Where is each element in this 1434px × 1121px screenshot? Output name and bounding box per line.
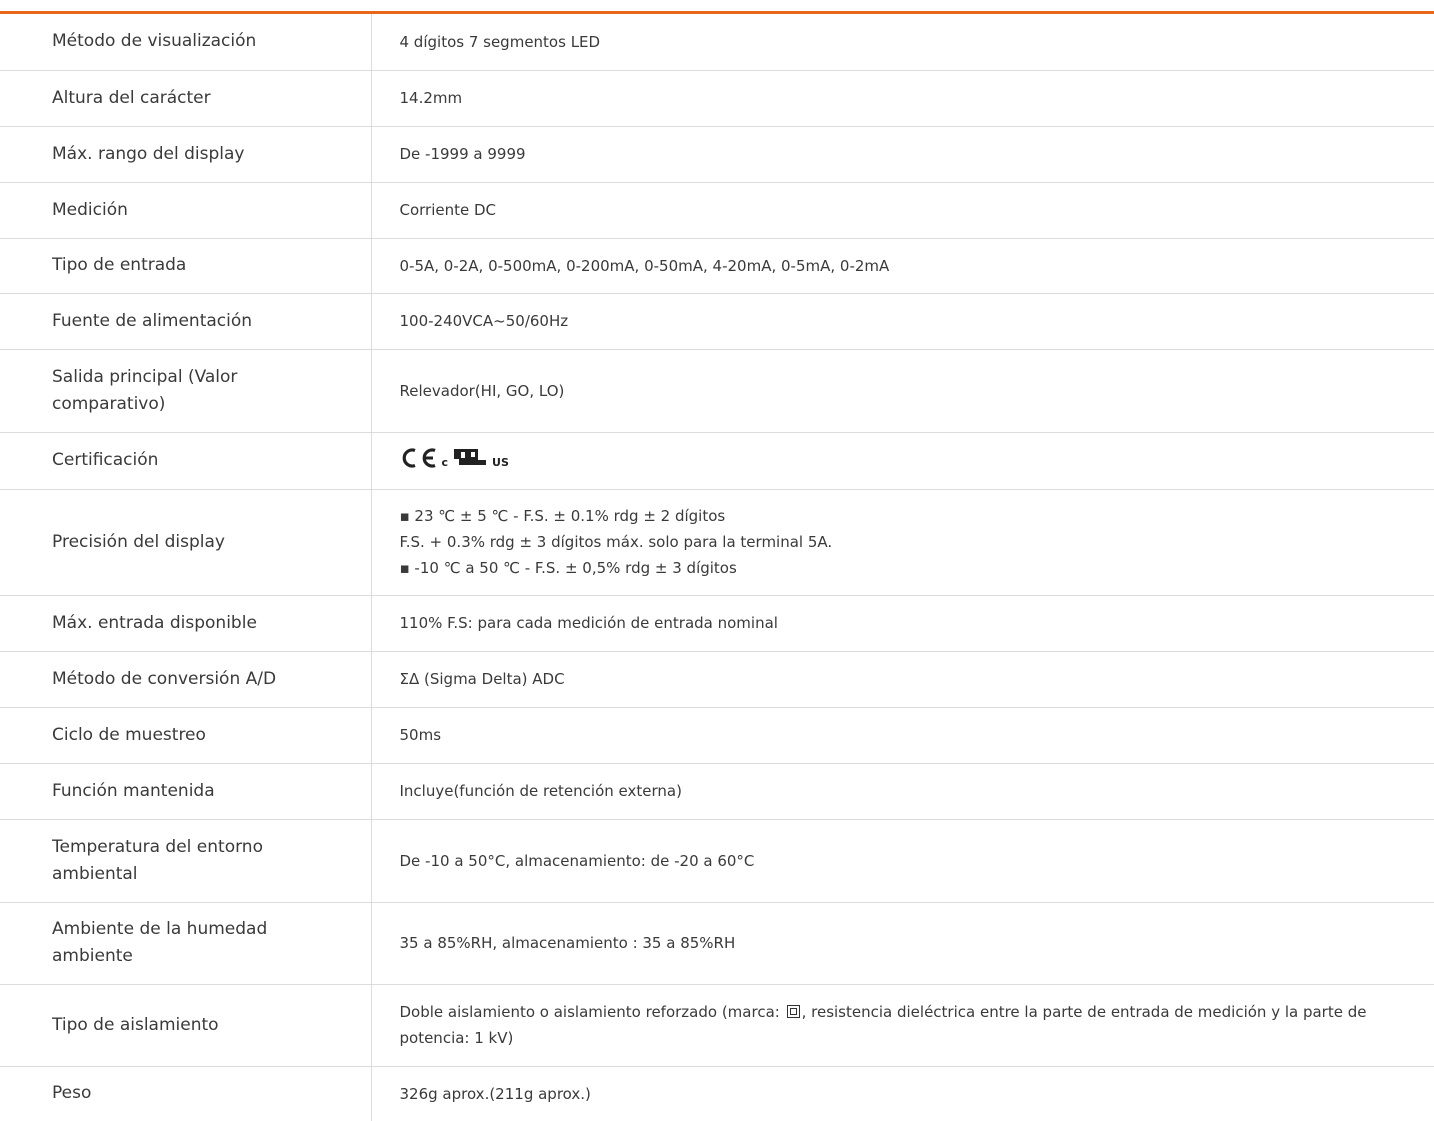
precision-line: F.S. + 0.3% rdg ± 3 dígitos máx. solo pa… [399,533,833,551]
row-label: Método de conversión A/D [0,651,372,708]
row-value: 100-240VCA~50/60Hz [371,293,1434,350]
table-row: Medición Corriente DC [0,182,1434,239]
table-row: Máx. entrada disponible 110% F.S: para c… [0,595,1434,652]
row-label: Ciclo de muestreo [0,707,372,764]
spec-table: Método de visualización 4 dígitos 7 segm… [0,14,1434,1121]
row-label: Tipo de entrada [0,238,372,294]
row-label: Medición [0,182,372,239]
table-row: Método de visualización 4 dígitos 7 segm… [0,14,1434,71]
row-label: Fuente de alimentación [0,293,372,350]
row-value: Doble aislamiento o aislamiento reforzad… [371,984,1434,1067]
table-row: Certificación c US [0,432,1434,490]
row-value: 14.2mm [371,70,1434,127]
row-label: Precisión del display [0,489,372,596]
row-value: 110% F.S: para cada medición de entrada … [371,595,1434,652]
insulation-text-start: Doble aislamiento o aislamiento reforzad… [399,1003,785,1021]
row-label: Máx. rango del display [0,126,372,183]
ul-mark-icon [454,448,487,465]
row-value: Incluye(función de retención externa) [371,763,1434,820]
row-value: Relevador(HI, GO, LO) [371,349,1434,433]
us-label: us [492,455,509,469]
ce-mark-icon [402,447,436,468]
table-row: Ambiente de la humedad ambiente 35 a 85%… [0,902,1434,985]
row-value: De -1999 a 9999 [371,126,1434,183]
row-value: c us [371,432,1434,490]
row-value: 326g aprox.(211g aprox.) [399,1084,591,1103]
row-value: De -10 a 50°C, almacenamiento: de -20 a … [371,819,1434,903]
table-row: Precisión del display ▪ 23 ℃ ± 5 ℃ - F.S… [0,489,1434,596]
row-value: Corriente DC [371,182,1434,239]
table-row: Fuente de alimentación 100-240VCA~50/60H… [0,293,1434,350]
row-label: Peso [0,1066,372,1121]
spec-sheet: Método de visualización 4 dígitos 7 segm… [0,0,1434,1121]
row-label: Tipo de aislamiento [0,984,372,1067]
table-row: Función mantenida Incluye(función de ret… [0,763,1434,820]
table-row: Máx. rango del display De -1999 a 9999 [0,126,1434,183]
table-row: Tipo de aislamiento Doble aislamiento o … [0,984,1434,1067]
row-label: Método de visualización [0,14,372,71]
table-row: Salida principal (Valor comparativo) Rel… [0,349,1434,433]
double-insulation-icon [786,1005,800,1018]
table-row: Método de conversión A/D ΣΔ (Sigma Delta… [0,651,1434,708]
table-row: Tipo de entrada 0-5A, 0-2A, 0-500mA, 0-2… [0,238,1434,294]
precision-line: ▪ -10 ℃ a 50 ℃ - F.S. ± 0,5% rdg ± 3 díg… [399,559,737,577]
row-value: 0-5A, 0-2A, 0-500mA, 0-200mA, 0-50mA, 4-… [371,238,1434,294]
row-label: Función mantenida [0,763,372,820]
row-value: ▪ 23 ℃ ± 5 ℃ - F.S. ± 0.1% rdg ± 2 dígit… [371,489,1434,596]
row-value: 50ms [371,707,1434,764]
row-value: 35 a 85%RH, almacenamiento : 35 a 85%RH [371,902,1434,985]
precision-line: ▪ 23 ℃ ± 5 ℃ - F.S. ± 0.1% rdg ± 2 dígit… [399,507,726,525]
table-row: Altura del carácter 14.2mm [0,70,1434,127]
row-label: Altura del carácter [0,70,372,127]
certification-marks: c us [400,446,509,468]
table-row: Ciclo de muestreo 50ms [0,707,1434,764]
table-row: Peso 326g aprox.(211g aprox.) [0,1066,1434,1121]
row-label: Ambiente de la humedad ambiente [0,902,372,985]
row-value: ΣΔ (Sigma Delta) ADC [371,651,1434,708]
cul-c-label: c [441,455,449,469]
row-label: Certificación [0,432,372,490]
row-label: Temperatura del entorno ambiental [0,819,372,903]
table-row: Temperatura del entorno ambiental De -10… [0,819,1434,903]
row-value: 4 dígitos 7 segmentos LED [371,14,1434,71]
row-label: Máx. entrada disponible [0,595,372,652]
row-label: Salida principal (Valor comparativo) [0,349,372,433]
